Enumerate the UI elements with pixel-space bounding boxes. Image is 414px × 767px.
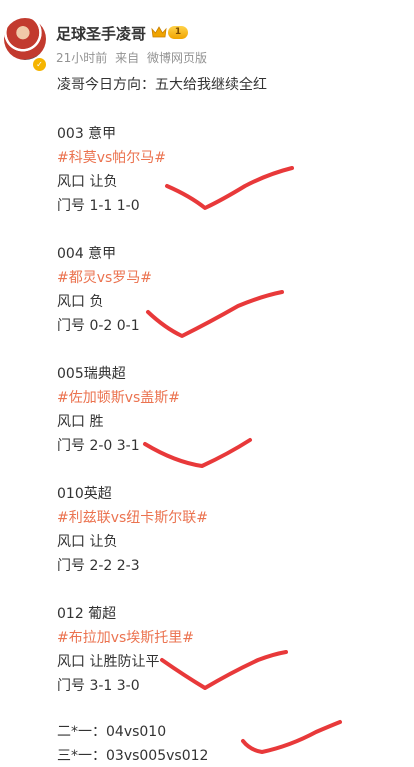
match-score: 门号 2-0 3-1 [57,438,140,454]
match-header: 012 葡超 [57,606,117,622]
post-intro: 凌哥今日方向：五大给我继续全红 [57,77,267,93]
match-header: 005瑞典超 [57,366,126,382]
check-mark-icon [143,438,252,468]
match-tip: 风口 让负 [57,174,118,190]
match-header: 003 意甲 [57,126,117,142]
author-name[interactable]: 足球圣手凌哥 [56,23,146,44]
combo-line: 三*一：03vs005vs012 [57,748,209,764]
match-header: 010英超 [57,486,112,502]
match-score: 门号 0-2 0-1 [57,318,140,334]
post-time[interactable]: 21小时前 [56,51,107,65]
match-score: 门号 3-1 3-0 [57,678,140,694]
crown-icon [151,26,167,38]
match-score: 门号 1-1 1-0 [57,198,140,214]
match-tip: 风口 负 [57,294,104,310]
match-tip: 风口 胜 [57,414,104,430]
level-badge: 1 [168,26,188,39]
match-tip: 风口 让负 [57,534,118,550]
topic-link[interactable]: #科莫vs帕尔马# [57,148,166,168]
topic-link[interactable]: #布拉加vs埃斯托里# [57,628,194,648]
check-mark-icon [160,650,288,690]
combo-line: 二*一：04vs010 [57,724,167,740]
source-prefix: 来自 [115,51,140,65]
check-mark-icon [165,166,294,210]
check-mark-icon [146,290,284,338]
match-header: 004 意甲 [57,246,117,262]
avatar[interactable] [4,18,46,60]
match-score: 门号 2-2 2-3 [57,558,140,574]
verified-badge-icon: ✓ [32,57,47,72]
topic-link[interactable]: #都灵vs罗马# [57,268,152,288]
post-source[interactable]: 微博网页版 [147,51,207,65]
topic-link[interactable]: #佐加顿斯vs盖斯# [57,388,180,408]
topic-link[interactable]: #利兹联vs纽卡斯尔联# [57,508,208,528]
post-meta: 21小时前 来自 微博网页版 [56,49,211,66]
match-tip: 风口 让胜防让平 [57,654,160,670]
check-mark-icon [241,720,342,754]
